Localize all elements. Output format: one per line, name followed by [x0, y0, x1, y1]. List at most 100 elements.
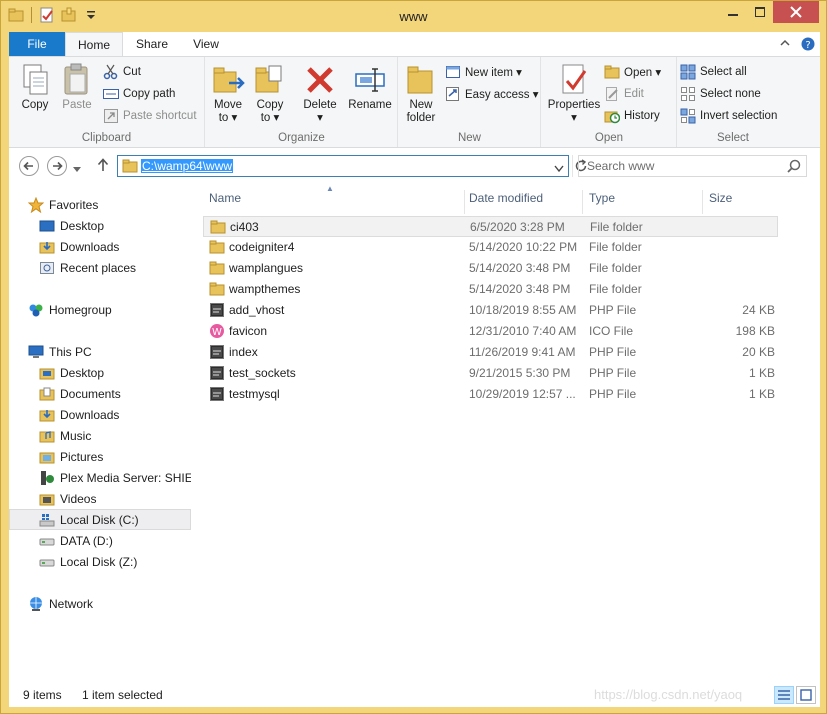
- history-button[interactable]: History: [604, 106, 660, 126]
- copy-to-button[interactable]: Copy to ▾: [250, 63, 290, 125]
- move-to-button[interactable]: Move to ▾: [208, 63, 248, 125]
- address-divider: [572, 155, 573, 177]
- column-header-date[interactable]: Date modified: [463, 190, 583, 214]
- folder-icon: [210, 219, 226, 235]
- file-row[interactable]: test_sockets 9/21/2015 5:30 PM PHP File 1 K…: [203, 363, 778, 384]
- new-item-button[interactable]: New item ▾: [445, 62, 522, 82]
- tab-view[interactable]: View: [181, 32, 231, 56]
- nav-local-disk-z[interactable]: Local Disk (Z:): [9, 551, 191, 572]
- svg-text:W: W: [212, 327, 222, 338]
- select-all-button[interactable]: Select all: [680, 62, 747, 82]
- nav-documents[interactable]: Documents: [9, 383, 191, 404]
- file-size: 1 KB: [748, 366, 775, 380]
- nav-plex[interactable]: Plex Media Server: SHIEL: [9, 467, 191, 488]
- file-size: 198 KB: [735, 324, 775, 338]
- tab-share[interactable]: Share: [127, 32, 177, 56]
- search-icon[interactable]: [787, 159, 801, 176]
- column-header-name[interactable]: Name: [203, 190, 465, 214]
- address-bar[interactable]: C:\wamp64\www: [117, 155, 569, 177]
- nav-favorites[interactable]: Favorites: [9, 194, 191, 215]
- folder-icon: [209, 260, 225, 276]
- nav-network[interactable]: Network: [9, 593, 191, 614]
- recent-locations-icon[interactable]: [73, 162, 81, 176]
- history-label: History: [624, 110, 660, 122]
- php-file-icon: [209, 386, 225, 402]
- tab-file[interactable]: File: [9, 32, 65, 56]
- copy-path-button[interactable]: Copy path: [103, 84, 175, 104]
- select-none-icon: [680, 86, 696, 102]
- address-dropdown-icon[interactable]: [554, 162, 564, 176]
- file-size: [701, 237, 775, 258]
- invert-selection-icon: [680, 108, 696, 124]
- minimize-button[interactable]: [719, 1, 746, 23]
- copy-to-icon: [253, 63, 287, 97]
- invert-selection-button[interactable]: Invert selection: [680, 106, 777, 126]
- explorer-window: www File Home Share View ? Copy Paste Cu…: [0, 0, 827, 714]
- file-row[interactable]: index 11/26/2019 9:41 AM PHP File 20 KB: [203, 342, 778, 363]
- open-button[interactable]: Open ▾: [604, 62, 661, 82]
- file-row[interactable]: codeigniter4 5/14/2020 10:22 PM File folde…: [203, 237, 778, 258]
- back-button[interactable]: [19, 156, 39, 176]
- file-row[interactable]: testmysql 10/29/2019 12:57 ... PHP File 1 K…: [203, 384, 778, 405]
- nav-local-disk-c[interactable]: Local Disk (C:): [9, 509, 191, 530]
- easy-access-button[interactable]: Easy access ▾: [445, 84, 539, 104]
- nav-videos[interactable]: Videos: [9, 488, 191, 509]
- nav-pc-desktop[interactable]: Desktop: [9, 362, 191, 383]
- nav-homegroup[interactable]: Homegroup: [9, 299, 191, 320]
- file-row[interactable]: wamplangues 5/14/2020 3:48 PM File folder: [203, 258, 778, 279]
- file-row[interactable]: wampthemes 5/14/2020 3:48 PM File folder: [203, 279, 778, 300]
- paste-button[interactable]: Paste: [59, 63, 95, 112]
- videos-folder-icon: [39, 491, 55, 507]
- help-icon[interactable]: ?: [801, 37, 815, 54]
- delete-button[interactable]: Delete ▾: [300, 63, 340, 125]
- nav-recent-places[interactable]: Recent places: [9, 257, 191, 278]
- properties-button[interactable]: Properties ▾: [544, 63, 604, 125]
- column-header-type[interactable]: Type: [583, 190, 703, 214]
- close-button[interactable]: [773, 1, 819, 23]
- file-type: File folder: [589, 282, 642, 296]
- edit-button[interactable]: Edit: [604, 84, 644, 104]
- new-folder-big-icon: [404, 63, 438, 97]
- nav-network-label: Network: [49, 596, 94, 611]
- new-group: New folder New item ▾ Easy access ▾ New: [399, 57, 541, 147]
- nav-pictures[interactable]: Pictures: [9, 446, 191, 467]
- nav-homegroup-label: Homegroup: [49, 302, 112, 317]
- paste-shortcut-button[interactable]: Paste shortcut: [103, 106, 197, 126]
- details-view-button[interactable]: [774, 686, 794, 704]
- nav-this-pc[interactable]: This PC: [9, 341, 191, 362]
- tab-home[interactable]: Home: [65, 32, 123, 57]
- file-row[interactable]: ci403 6/5/2020 3:28 PM File folder: [203, 216, 778, 237]
- nav-music[interactable]: Music: [9, 425, 191, 446]
- paste-label: Paste: [62, 99, 92, 111]
- nav-desktop[interactable]: Desktop: [9, 215, 191, 236]
- file-row[interactable]: Wfavicon 12/31/2010 7:40 AM ICO File 198 KB: [203, 321, 778, 342]
- cut-label: Cut: [123, 66, 141, 78]
- rename-button[interactable]: Rename: [346, 63, 394, 112]
- nav-pc-downloads[interactable]: Downloads: [9, 404, 191, 425]
- file-date: 5/14/2020 3:48 PM: [469, 261, 571, 275]
- new-folder-button[interactable]: New folder: [401, 63, 441, 125]
- search-input[interactable]: Search www: [578, 155, 807, 177]
- nav-downloads[interactable]: Downloads: [9, 236, 191, 257]
- cut-button[interactable]: Cut: [103, 62, 141, 82]
- large-icons-view-button[interactable]: [796, 686, 816, 704]
- up-arrow-icon[interactable]: [97, 158, 109, 175]
- open-group-label: Open: [594, 132, 624, 144]
- column-header-size[interactable]: Size: [703, 190, 778, 214]
- file-date: 11/26/2019 9:41 AM: [469, 345, 576, 359]
- copy-button[interactable]: Copy: [13, 63, 57, 112]
- ribbon-collapse-icon[interactable]: [779, 37, 791, 52]
- php-file-icon: [209, 344, 225, 360]
- forward-button[interactable]: [47, 156, 67, 176]
- select-none-button[interactable]: Select none: [680, 84, 761, 104]
- file-size: 1 KB: [748, 387, 775, 401]
- copy-label: Copy: [21, 99, 49, 111]
- nav-data-d[interactable]: DATA (D:): [9, 530, 191, 551]
- php-file-icon: [209, 365, 225, 381]
- copy-path-label: Copy path: [123, 88, 176, 100]
- maximize-button[interactable]: [746, 1, 773, 23]
- properties-label: Properties: [547, 99, 601, 111]
- file-row[interactable]: add_vhost 10/18/2019 8:55 AM PHP File 24 KB: [203, 300, 778, 321]
- address-path[interactable]: C:\wamp64\www: [141, 159, 234, 173]
- rename-icon: [353, 63, 387, 97]
